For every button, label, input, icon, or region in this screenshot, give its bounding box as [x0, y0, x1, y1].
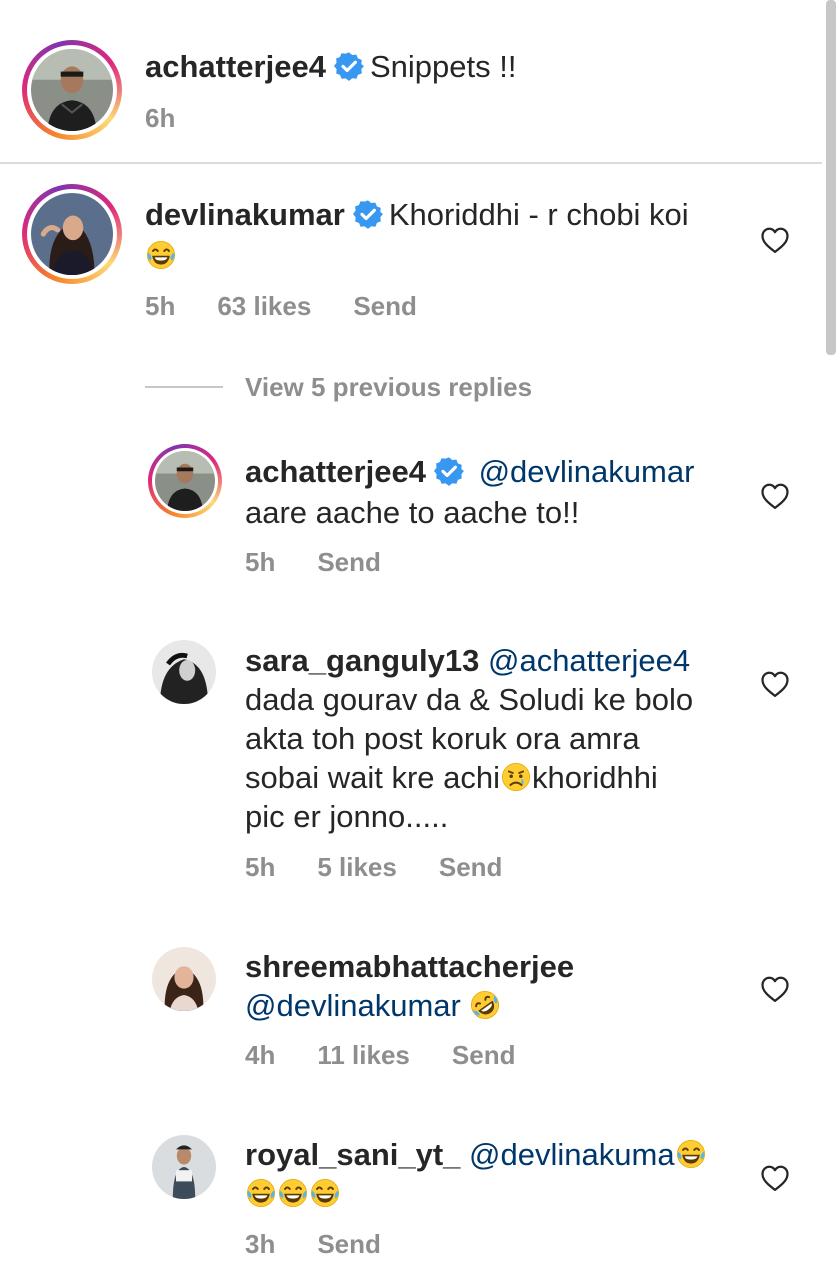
reply-meta: 3h Send — [245, 1229, 423, 1260]
heart-outline-icon[interactable] — [760, 975, 790, 1003]
reply-username[interactable]: royal_sani_yt_ — [245, 1137, 460, 1172]
avatar-photo-icon — [31, 49, 113, 131]
reply-time: 5h — [245, 852, 276, 882]
comment-line-1: devlinakumar Khoriddhi - r chobi koi — [145, 195, 689, 235]
face-with-tears-of-joy-emoji — [145, 239, 177, 271]
reply-username: shreemabhattacherjee — [245, 947, 574, 987]
reply-username[interactable]: shreemabhattacherjee — [245, 949, 574, 984]
face-with-tears-of-joy-emoji — [675, 1138, 707, 1170]
caption-text: Snippets !! — [369, 49, 517, 84]
story-ring[interactable] — [22, 184, 122, 284]
caption-divider — [0, 162, 822, 164]
avatar-photo-icon — [152, 947, 216, 1011]
comment-meta: 5h 63 likes Send — [145, 291, 459, 322]
reply-line-1: achatterjee4 @devlinakumar — [245, 452, 694, 492]
reply-line-2 — [245, 1174, 341, 1214]
reply-line-1: royal_sani_yt_ @devlinakuma — [245, 1135, 707, 1175]
sad-tear-emoji — [500, 761, 532, 793]
avatar-photo-icon — [155, 451, 215, 511]
reply-meta: 4h 11 likes Send — [245, 1040, 557, 1071]
verified-badge-icon — [353, 199, 383, 229]
avatar — [31, 49, 113, 131]
heart-outline-icon[interactable] — [760, 226, 790, 254]
heart-outline-icon[interactable] — [760, 482, 790, 510]
comment-username[interactable]: devlinakumar — [145, 197, 345, 232]
reply-text-line: akta toh post koruk ora amra — [245, 721, 640, 756]
caption-username[interactable]: achatterjee4 — [145, 49, 326, 84]
face-with-tears-of-joy-emoji — [245, 1177, 277, 1209]
face-with-tears-of-joy-emoji — [309, 1177, 341, 1209]
send-button[interactable]: Send — [317, 1229, 381, 1259]
avatar — [155, 451, 215, 511]
caption-line: achatterjee4 Snippets !! — [145, 47, 516, 87]
verified-badge-icon — [334, 51, 364, 81]
reply-likes[interactable]: 5 likes — [317, 852, 397, 882]
avatar — [31, 193, 113, 275]
reply-line-1: sara_ganguly13 @achatterjee4 — [245, 641, 690, 681]
view-replies-line — [145, 386, 223, 388]
avatar[interactable] — [152, 947, 216, 1011]
send-button[interactable]: Send — [353, 291, 417, 321]
reply-text: aare aache to aache to!! — [245, 495, 580, 530]
comment-text: Khoriddhi - r chobi koi — [388, 197, 689, 232]
heart-outline-icon[interactable] — [760, 1164, 790, 1192]
avatar-photo-icon — [152, 1135, 216, 1199]
reply-likes[interactable]: 11 likes — [317, 1040, 410, 1070]
verified-badge-icon — [434, 456, 464, 486]
avatar[interactable] — [152, 640, 216, 704]
send-button[interactable]: Send — [317, 547, 381, 577]
reply-time: 5h — [245, 547, 276, 577]
scrollbar[interactable] — [826, 0, 836, 355]
reply-meta: 5h 5 likes Send — [245, 852, 544, 883]
comment-likes[interactable]: 63 likes — [217, 291, 311, 321]
face-with-tears-of-joy-emoji — [277, 1177, 309, 1209]
send-button[interactable]: Send — [439, 852, 503, 882]
avatar-photo-icon — [152, 640, 216, 704]
reply-meta: 5h Send — [245, 547, 423, 578]
reply-mention[interactable]: @achatterjee4 — [488, 643, 690, 678]
rolling-on-floor-laughing-emoji — [469, 989, 501, 1021]
reply-text-segment: khoridhhi — [532, 760, 658, 795]
avatar[interactable] — [152, 1135, 216, 1199]
reply-username[interactable]: achatterjee4 — [245, 454, 426, 489]
send-button[interactable]: Send — [452, 1040, 516, 1070]
reply-line-2: @devlinakumar — [245, 986, 501, 1026]
story-ring[interactable] — [148, 444, 222, 518]
reply-mention[interactable]: @devlinakumar — [245, 988, 461, 1023]
reply-username[interactable]: sara_ganguly13 — [245, 643, 479, 678]
reply-text-line: pic er jonno..... — [245, 799, 449, 834]
comment-line-2 — [145, 236, 177, 276]
view-previous-replies-button[interactable]: View 5 previous replies — [245, 372, 532, 403]
reply-mention[interactable]: @devlinakumar — [479, 454, 695, 489]
reply-time: 3h — [245, 1229, 276, 1259]
story-ring[interactable] — [22, 40, 122, 140]
caption-meta: 6h — [145, 103, 217, 134]
reply-mention[interactable]: @devlinakuma — [469, 1137, 675, 1172]
avatar-photo-icon — [31, 193, 113, 275]
reply-text-segment: sobai wait kre achi — [245, 760, 501, 795]
reply-text-line: sobai wait kre achi khoridhhi — [245, 758, 658, 798]
heart-outline-icon[interactable] — [760, 670, 790, 698]
caption-time: 6h — [145, 103, 176, 133]
comment-time: 5h — [145, 291, 176, 321]
reply-time: 4h — [245, 1040, 276, 1070]
reply-text-line: dada gourav da & Soludi ke bolo — [245, 682, 694, 717]
